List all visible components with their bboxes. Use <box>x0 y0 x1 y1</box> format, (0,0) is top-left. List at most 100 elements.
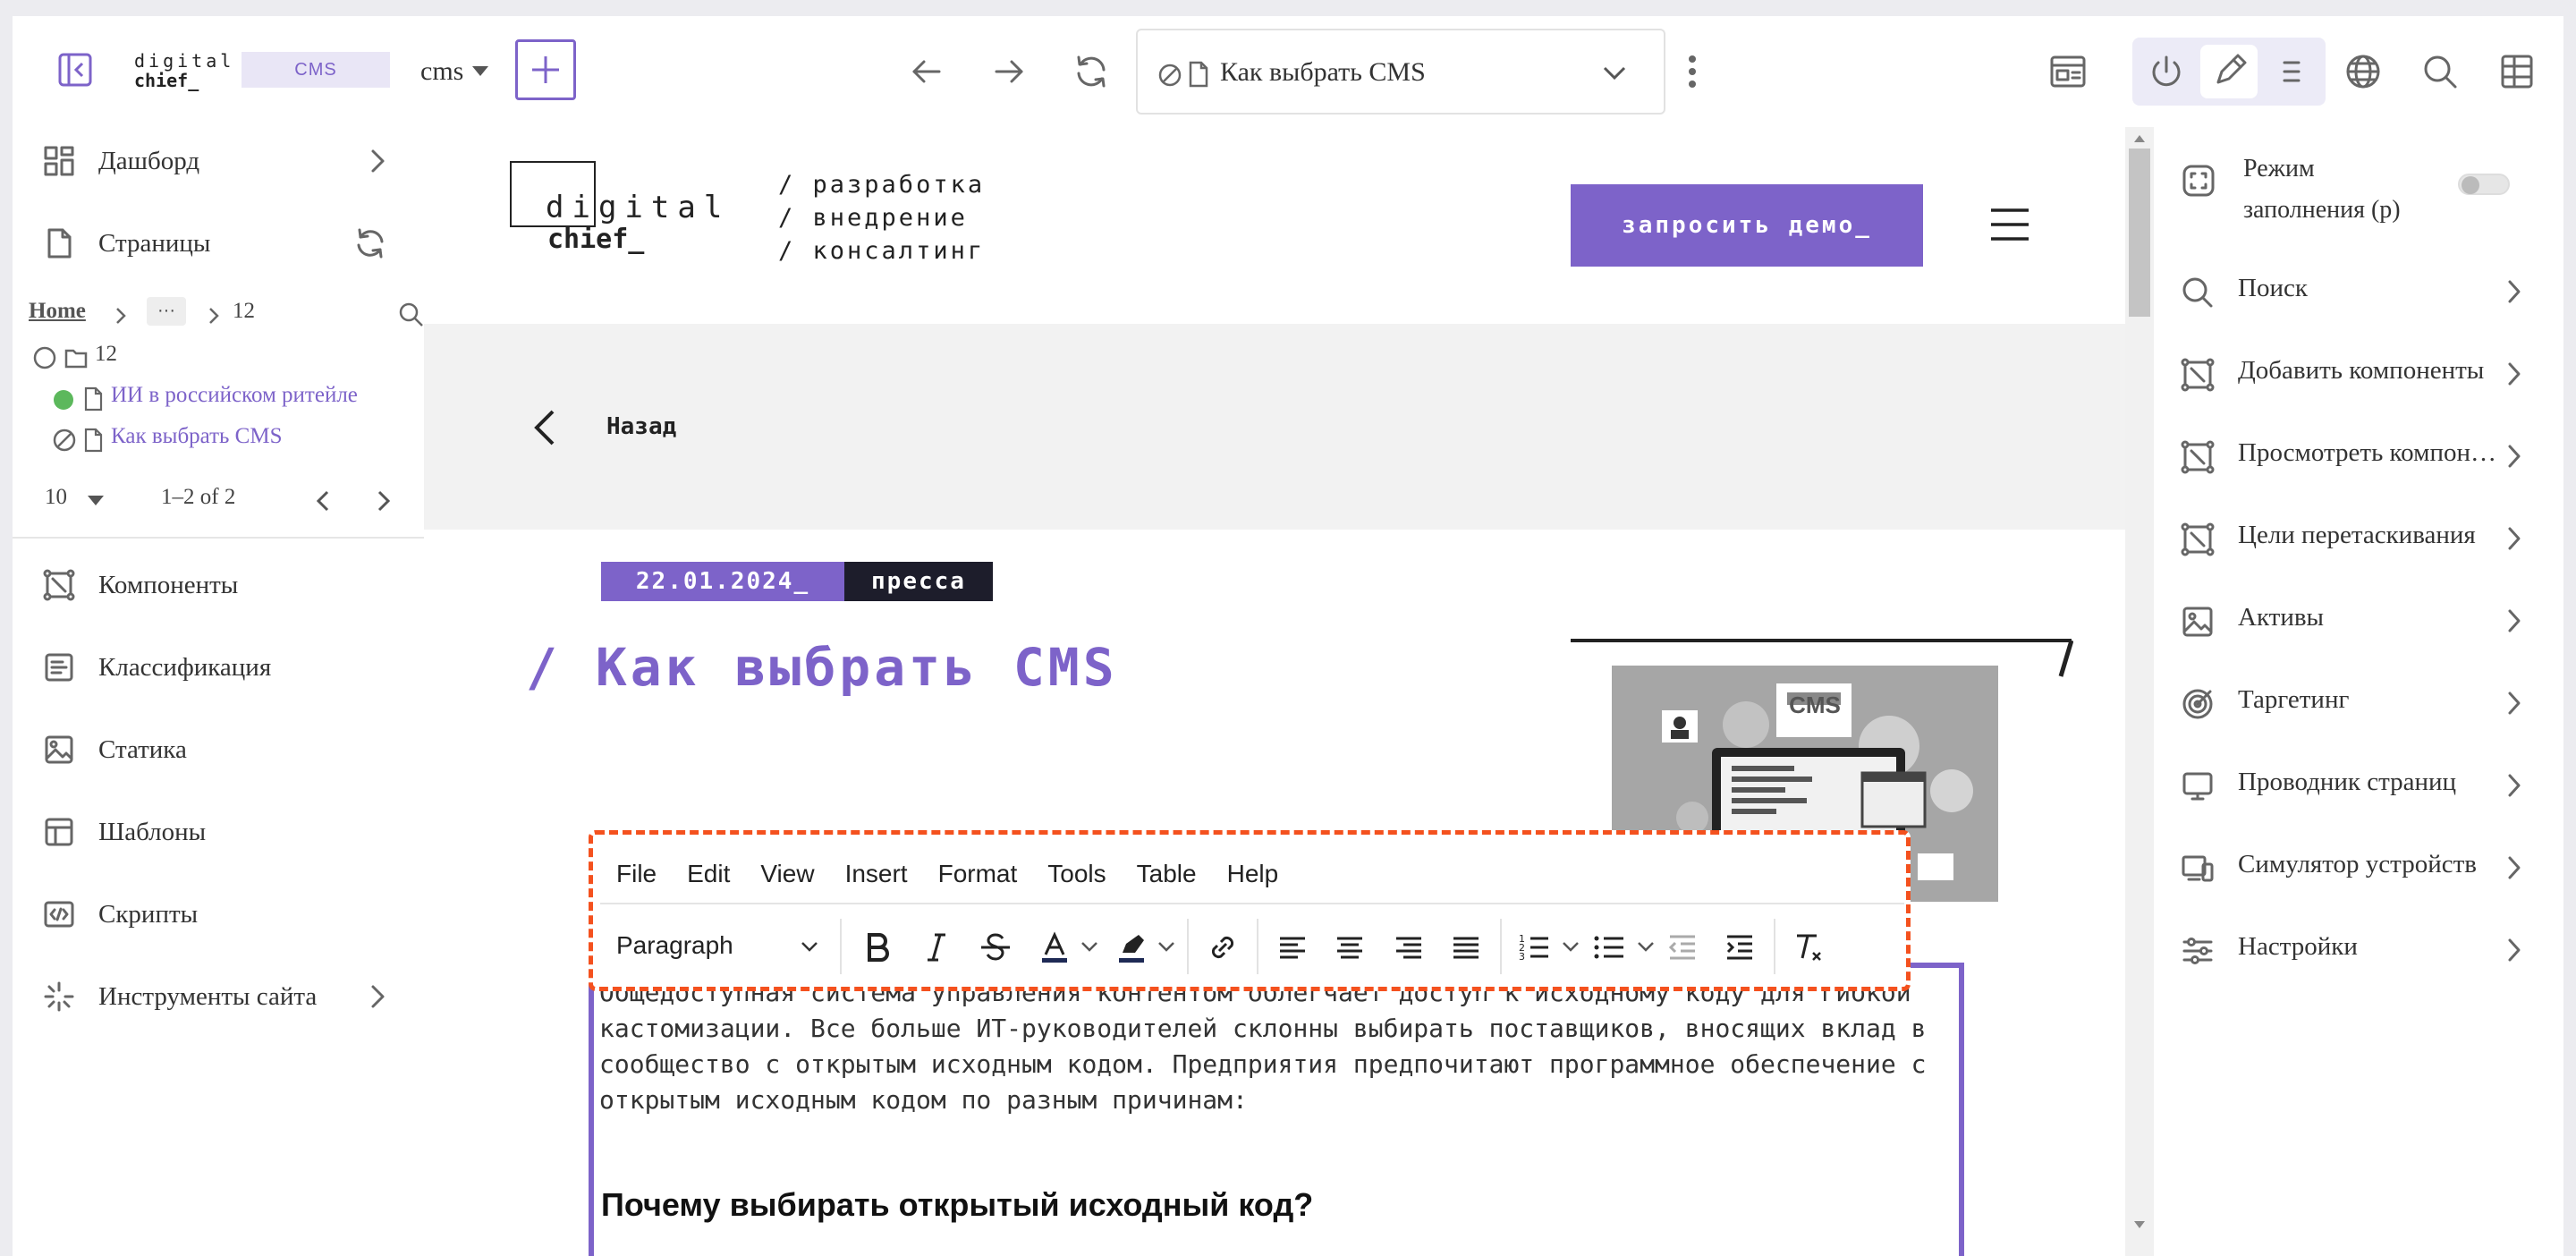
nav-pages[interactable]: Страницы <box>13 209 424 277</box>
align-left-icon[interactable] <box>1273 928 1312 967</box>
hero-corner-mark <box>2058 640 2073 677</box>
list-icon[interactable] <box>2267 47 2317 97</box>
highlight-icon[interactable] <box>1112 928 1151 967</box>
article-subheading[interactable]: Почему выбирать открытый исходный код? <box>601 1186 1313 1224</box>
menu-tools[interactable]: Tools <box>1047 860 1106 895</box>
page-url-bar[interactable]: Как выбрать CMS <box>1136 29 1665 115</box>
panel-item-view-components[interactable]: Просмотреть компоненты <box>2154 422 2563 490</box>
hamburger-menu-icon[interactable] <box>1991 208 2029 242</box>
nav-components[interactable]: Компоненты <box>13 551 424 619</box>
menu-insert[interactable]: Insert <box>845 860 908 895</box>
tree-item-root[interactable]: 12 <box>32 342 408 374</box>
menu-format[interactable]: Format <box>938 860 1018 895</box>
panel-item-page-explorer[interactable]: Проводник страниц <box>2154 751 2563 819</box>
tree-item-page[interactable]: ИИ в российском ритейле <box>52 383 428 415</box>
right-panel: Режим заполнения (p) Поиск Добавить комп… <box>2154 127 2563 1256</box>
nav-classification[interactable]: Классификация <box>13 633 424 701</box>
article-body-text[interactable]: Общедоступная система управления контент… <box>599 975 1941 1118</box>
add-page-button[interactable] <box>515 39 576 100</box>
nav-dashboard[interactable]: Дашборд <box>13 127 424 195</box>
site-nav-implementation-label: внедрение <box>812 204 968 232</box>
panel-item-device-simulator[interactable]: Симулятор устройств <box>2154 834 2563 902</box>
nav-prefix: / <box>778 237 796 265</box>
menu-file[interactable]: File <box>616 860 657 895</box>
block-format-select[interactable]: Paragraph <box>616 922 827 971</box>
grid-icon[interactable] <box>2497 52 2537 91</box>
nav-scripts[interactable]: Скрипты <box>13 880 424 948</box>
prev-page-icon[interactable] <box>311 488 336 513</box>
tree-item-page[interactable]: Как выбрать CMS <box>52 424 428 456</box>
site-nav-consulting[interactable]: / консалтинг <box>778 234 985 267</box>
canvas-scrollbar[interactable] <box>2125 127 2154 1256</box>
draft-status-icon <box>1158 64 1182 87</box>
divider <box>600 903 1904 904</box>
globe-icon[interactable] <box>2343 52 2383 91</box>
collapse-sidebar-icon[interactable] <box>55 50 95 89</box>
bullet-list-icon[interactable] <box>1589 928 1629 967</box>
breadcrumb-ellipsis[interactable]: ··· <box>147 297 186 326</box>
scroll-down-arrow[interactable] <box>2133 1220 2146 1229</box>
search-icon[interactable] <box>2420 52 2460 91</box>
link-icon[interactable] <box>1203 928 1242 967</box>
site-nav-implementation[interactable]: / внедрение <box>778 201 985 234</box>
more-options-icon[interactable] <box>1683 52 1701 91</box>
preview-layout-icon[interactable] <box>2048 52 2088 91</box>
nav-templates[interactable]: Шаблоны <box>13 798 424 866</box>
back-chevron-icon[interactable] <box>531 408 558 447</box>
menu-edit[interactable]: Edit <box>687 860 730 895</box>
nav-static[interactable]: Статика <box>13 716 424 784</box>
page-size-select[interactable]: 10 <box>29 478 118 521</box>
italic-icon[interactable] <box>917 928 956 967</box>
clear-formatting-icon[interactable] <box>1788 928 1827 967</box>
align-right-icon[interactable] <box>1389 928 1428 967</box>
radio-icon[interactable] <box>32 345 57 370</box>
nav-site-tools[interactable]: Инструменты сайта <box>13 963 424 1031</box>
align-justify-icon[interactable] <box>1446 928 1486 967</box>
site-logo-top[interactable]: digital <box>546 190 730 225</box>
fill-mode-toggle[interactable] <box>2458 174 2510 195</box>
site-selector[interactable]: cms <box>420 54 489 89</box>
refresh-pages-icon[interactable] <box>352 225 388 261</box>
text-color-icon[interactable] <box>1035 928 1074 967</box>
strikethrough-icon[interactable] <box>976 928 1015 967</box>
request-demo-button[interactable]: запросить демо_ <box>1571 184 1923 267</box>
chevron-down-icon[interactable] <box>1636 938 1656 956</box>
panel-item-settings[interactable]: Настройки <box>2154 916 2563 984</box>
panel-item-label: Настройки <box>2238 932 2358 961</box>
site-logo-bottom[interactable]: chief_ <box>547 224 644 255</box>
panel-item-targeting[interactable]: Таргетинг <box>2154 669 2563 737</box>
scroll-up-arrow[interactable] <box>2133 134 2146 143</box>
panel-item-search[interactable]: Поиск <box>2154 258 2563 326</box>
chevron-down-icon[interactable] <box>1561 938 1580 956</box>
panel-item-add-components[interactable]: Добавить компоненты <box>2154 340 2563 408</box>
chevron-down-icon[interactable] <box>1157 938 1176 956</box>
divider <box>13 537 424 539</box>
chevron-right-icon <box>2508 527 2521 550</box>
chevron-down-icon[interactable] <box>1601 64 1628 82</box>
article-title[interactable]: / Как выбрать CMS <box>526 637 1118 698</box>
scrollbar-thumb[interactable] <box>2129 149 2150 317</box>
numbered-list-icon[interactable]: 123 <box>1514 928 1554 967</box>
bold-icon[interactable] <box>858 928 897 967</box>
edit-mode-button[interactable] <box>2200 45 2258 98</box>
back-arrow-icon[interactable] <box>909 54 945 89</box>
chevron-down-icon[interactable] <box>1080 938 1099 956</box>
align-center-icon[interactable] <box>1330 928 1369 967</box>
indent-icon[interactable] <box>1720 928 1759 967</box>
forward-arrow-icon[interactable] <box>991 54 1027 89</box>
menu-view[interactable]: View <box>760 860 814 895</box>
back-link[interactable]: Назад <box>606 413 676 440</box>
tree-search-icon[interactable] <box>397 301 426 329</box>
refresh-icon[interactable] <box>1072 52 1111 91</box>
panel-item-assets[interactable]: Активы <box>2154 587 2563 655</box>
template-icon <box>45 818 73 846</box>
menu-table[interactable]: Table <box>1137 860 1197 895</box>
power-icon[interactable] <box>2141 47 2191 97</box>
next-page-icon[interactable] <box>370 488 395 513</box>
site-nav-development[interactable]: / разработка <box>778 168 985 201</box>
outdent-icon[interactable] <box>1663 928 1702 967</box>
cms-badge: CMS <box>242 52 390 88</box>
menu-help[interactable]: Help <box>1227 860 1279 895</box>
panel-item-drop-targets[interactable]: Цели перетаскивания <box>2154 505 2563 573</box>
breadcrumb-home[interactable]: Home <box>29 299 86 324</box>
